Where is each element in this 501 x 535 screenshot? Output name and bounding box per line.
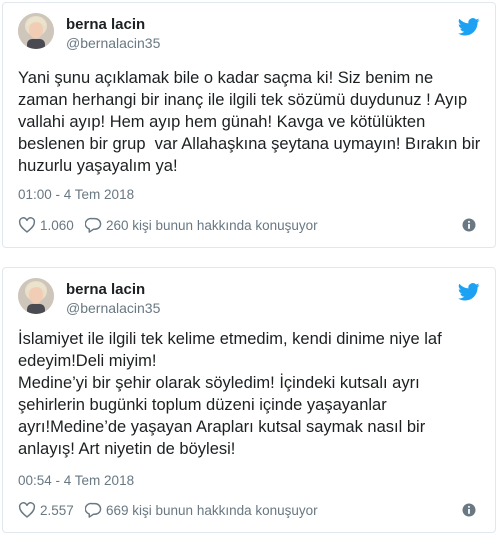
tweet-card[interactable]: berna lacin @bernalacin35 İslamiyet ile … [2, 267, 496, 533]
twitter-bird-icon[interactable] [458, 283, 480, 301]
tweet-text: İslamiyet ile ilgili tek kelime etmedim,… [18, 330, 442, 458]
display-name[interactable]: berna lacin [66, 16, 145, 33]
avatar[interactable] [18, 13, 54, 49]
like-button[interactable]: 2.557 [18, 500, 74, 520]
tweet-card[interactable]: berna lacin @bernalacin35 Yani şunu açık… [2, 2, 496, 248]
info-button[interactable] [462, 500, 480, 520]
heart-icon [18, 502, 36, 518]
reply-link[interactable]: 260 kişi bunun hakkında konuşuyor [85, 215, 318, 235]
speech-bubble-icon [85, 502, 102, 518]
display-name[interactable]: berna lacin [66, 281, 145, 298]
avatar[interactable] [18, 278, 54, 314]
speech-bubble-icon [85, 217, 102, 233]
heart-icon [18, 217, 36, 233]
user-handle[interactable]: @bernalacin35 [66, 35, 160, 51]
tweet-timestamp[interactable]: 00:54 - 4 Tem 2018 [18, 473, 134, 488]
info-icon [462, 503, 476, 517]
conversation-count: 669 kişi bunun hakkında konuşuyor [106, 502, 318, 518]
tweet-header: berna lacin @bernalacin35 [18, 278, 480, 322]
tweet-actions: 1.060 260 kişi bunun hakkında konuşuyor [18, 215, 480, 235]
conversation-count: 260 kişi bunun hakkında konuşuyor [106, 217, 318, 233]
user-handle[interactable]: @bernalacin35 [66, 300, 160, 316]
info-button[interactable] [462, 215, 480, 235]
like-button[interactable]: 1.060 [18, 215, 74, 235]
info-icon [462, 218, 476, 232]
tweet-header: berna lacin @bernalacin35 [18, 13, 480, 57]
twitter-bird-icon[interactable] [458, 18, 480, 36]
like-count: 2.557 [40, 502, 74, 518]
tweet-actions: 2.557 669 kişi bunun hakkında konuşuyor [18, 500, 480, 520]
tweet-text: Yani şunu açıklamak bile o kadar saçma k… [18, 69, 485, 175]
reply-link[interactable]: 669 kişi bunun hakkında konuşuyor [85, 500, 318, 520]
tweet-timestamp[interactable]: 01:00 - 4 Tem 2018 [18, 187, 134, 202]
like-count: 1.060 [40, 217, 74, 233]
